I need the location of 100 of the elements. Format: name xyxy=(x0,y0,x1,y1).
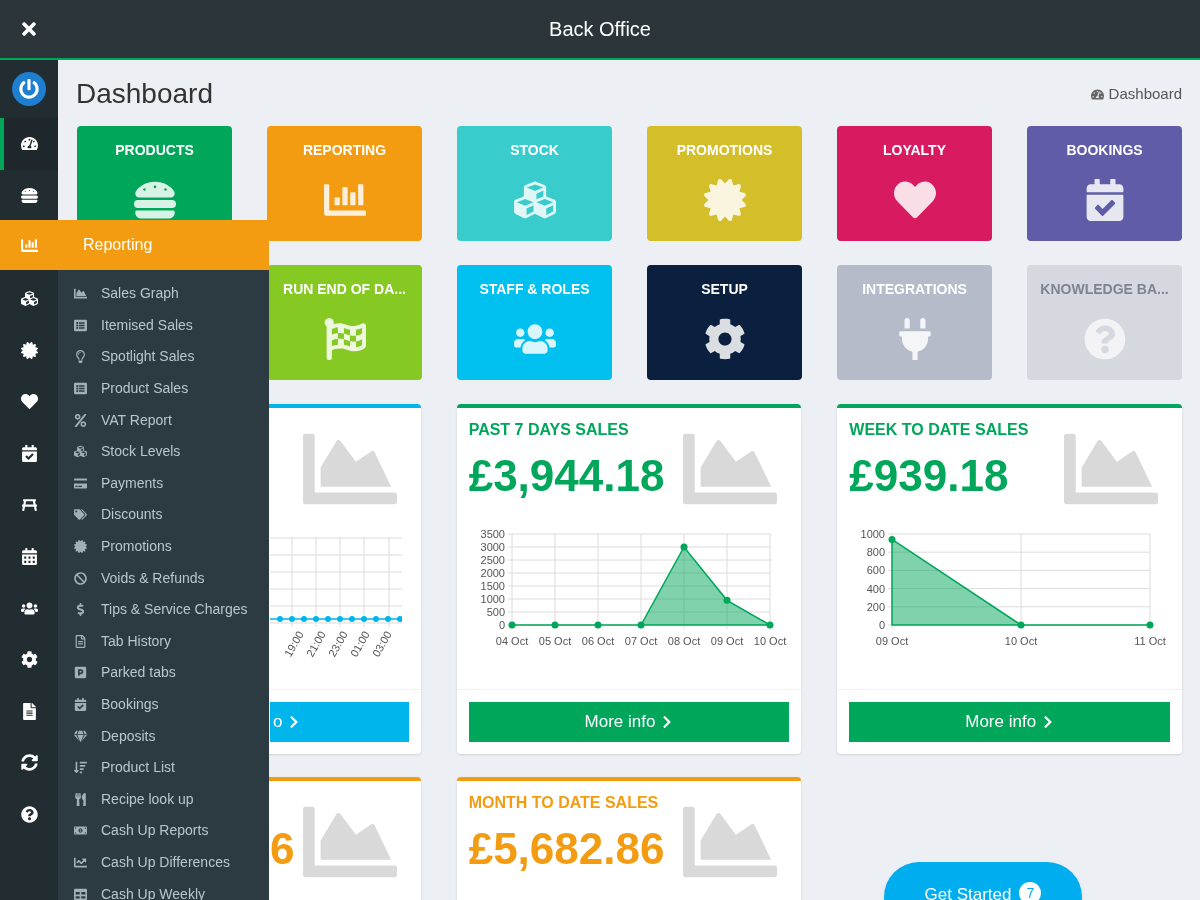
module-tile[interactable]: BOOKINGS xyxy=(1027,126,1182,241)
count-badge: 7 xyxy=(1019,882,1042,900)
close-icon xyxy=(19,19,39,39)
credit-card-icon xyxy=(74,476,87,490)
data-point xyxy=(766,621,774,629)
axis-tick-label: 3000 xyxy=(480,541,505,553)
axis-tick-label: 500 xyxy=(486,606,505,618)
submenu-item[interactable]: Spotlight Sales xyxy=(58,341,269,373)
badge-icon xyxy=(74,540,87,554)
nav-rail-item[interactable] xyxy=(0,118,58,170)
submenu-item[interactable]: Promotions xyxy=(58,530,269,563)
submenu-item[interactable]: Voids & Refunds xyxy=(58,562,269,594)
logo-icon xyxy=(12,72,46,106)
axis-tick-label: 04 Oct xyxy=(495,635,528,647)
axis-tick-label: 800 xyxy=(866,546,886,559)
submenu-item[interactable]: Recipe look up xyxy=(58,783,269,816)
data-point xyxy=(680,543,688,551)
submenu-item[interactable]: Tips & Service Charges xyxy=(58,593,269,626)
data-point xyxy=(723,596,731,604)
module-tile[interactable]: LOYALTY xyxy=(837,126,992,241)
card-title: PAST 7 DAYS SALES xyxy=(468,420,629,440)
submenu-item[interactable]: Sales Graph xyxy=(58,278,269,310)
axis-tick-label: 05 Oct xyxy=(538,635,571,647)
burger-icon xyxy=(20,186,38,204)
submenu-item[interactable]: Product Sales xyxy=(58,372,269,405)
data-point xyxy=(551,621,559,629)
document-icon xyxy=(20,702,38,720)
axis-tick-label: 400 xyxy=(866,582,886,595)
axis-tick-label: 3500 xyxy=(480,528,505,540)
submenu-item[interactable]: Parked tabs xyxy=(58,657,269,689)
axis-tick-label: 1000 xyxy=(480,593,505,605)
document-icon xyxy=(74,634,87,648)
axis-tick-label: 0 xyxy=(498,619,505,631)
dashboard-icon xyxy=(1090,87,1104,101)
data-point xyxy=(508,621,516,629)
dollar-icon xyxy=(74,603,87,617)
submenu-item[interactable]: Itemised Sales xyxy=(58,309,269,342)
area-chart-icon xyxy=(74,287,87,301)
refresh-icon xyxy=(20,754,38,772)
badge-icon xyxy=(703,179,746,221)
submenu-item[interactable]: Product List xyxy=(58,751,269,784)
sales-amount: 6 xyxy=(270,823,295,875)
line-chart-icon xyxy=(74,856,87,869)
heart-icon xyxy=(893,179,936,221)
list-icon xyxy=(74,382,87,396)
burger-icon xyxy=(133,179,176,221)
module-tile[interactable]: SETUP xyxy=(647,265,802,380)
settings-icon xyxy=(20,651,38,669)
help-icon xyxy=(20,806,38,823)
axis-tick-label: 600 xyxy=(866,564,886,577)
settings-icon xyxy=(703,318,746,360)
sales-amount: £5,682.86 xyxy=(468,823,665,875)
submenu-item[interactable]: Cash Up Differences xyxy=(58,846,269,879)
utensils-icon xyxy=(74,792,87,806)
lightbulb-icon xyxy=(74,350,87,364)
axis-tick-label: 08 Oct xyxy=(667,635,700,647)
axis-tick-label: 10 Oct xyxy=(1005,635,1038,647)
card-title: WEEK TO DATE SALES xyxy=(849,420,1029,440)
axis-tick-label: 2000 xyxy=(480,567,505,579)
axis-tick-label: 09 Oct xyxy=(710,635,743,647)
gem-icon xyxy=(74,729,87,743)
submenu-item[interactable]: Cash Up Reports xyxy=(58,815,269,847)
data-point xyxy=(594,621,602,629)
cubes-icon xyxy=(513,179,556,221)
ban-icon xyxy=(74,571,87,585)
dashboard-icon xyxy=(20,135,38,153)
axis-tick-label: 0 xyxy=(879,619,886,631)
calendar-check-icon xyxy=(20,444,38,462)
axis-tick-label: 07 Oct xyxy=(624,635,657,647)
calendar-check-icon xyxy=(74,698,87,711)
submenu-item[interactable]: Discounts xyxy=(58,499,269,531)
sales-amount: £3,944.18 xyxy=(468,450,665,502)
submenu-item[interactable]: Stock Levels xyxy=(58,435,269,468)
window-title: Back Office xyxy=(549,17,651,42)
axis-tick-label: 2500 xyxy=(480,554,505,566)
table-icon xyxy=(20,496,38,514)
breadcrumb-link[interactable]: Dashboard xyxy=(1090,82,1182,106)
submenu-item[interactable]: Deposits xyxy=(58,720,269,752)
data-point xyxy=(1017,621,1025,629)
tags-icon xyxy=(74,508,87,522)
help-icon xyxy=(1083,318,1126,360)
heart-icon xyxy=(20,393,38,411)
list-icon xyxy=(74,318,87,332)
axis-tick-label: 10 Oct xyxy=(753,635,786,647)
bar-chart-icon xyxy=(20,236,38,254)
cubes-icon xyxy=(20,290,38,308)
submenu-item[interactable]: Payments xyxy=(58,467,269,500)
data-point xyxy=(637,621,645,629)
badge-icon xyxy=(20,341,38,359)
submenu-item[interactable]: Tab History xyxy=(58,625,269,658)
card-title: MONTH TO DATE SALES xyxy=(468,793,659,813)
checkered-flag-icon xyxy=(323,318,366,360)
submenu-item[interactable]: VAT Report xyxy=(58,404,269,436)
sales-amount: £939.18 xyxy=(849,450,1009,502)
percent-icon xyxy=(74,413,87,427)
submenu-item[interactable]: Bookings xyxy=(58,688,269,721)
parking-icon xyxy=(74,666,87,680)
page-title: Dashboard xyxy=(76,77,213,111)
axis-tick-label: 200 xyxy=(866,600,886,613)
table-icon xyxy=(74,887,87,900)
